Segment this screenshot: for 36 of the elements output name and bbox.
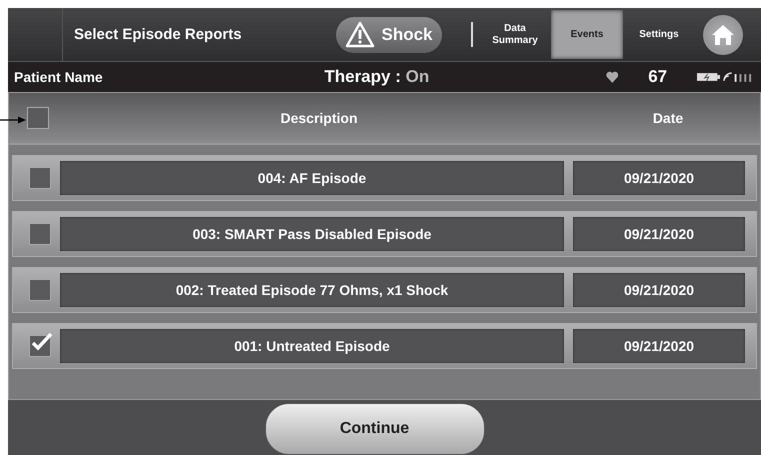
date-cell: 09/21/2020 (573, 160, 745, 195)
row-checkbox[interactable] (29, 222, 51, 245)
row-checkbox[interactable] (29, 166, 51, 189)
signal-icon (722, 70, 753, 83)
description-cell: 001: Untreated Episode (60, 328, 564, 363)
column-header: Date (652, 110, 684, 126)
select-all-checkbox[interactable] (27, 106, 49, 129)
therapy-status: Therapy : On (324, 66, 430, 87)
episode-row[interactable]: 001: Untreated Episode 09/21/2020 (12, 322, 757, 369)
warning-icon (345, 21, 376, 48)
battery-icon (696, 72, 720, 82)
episode-row[interactable]: 004: AF Episode 09/21/2020 (12, 154, 757, 201)
nav-tab[interactable]: Settings (623, 10, 695, 60)
check-icon (31, 332, 53, 352)
column-header: Description (279, 110, 358, 126)
episode-row[interactable]: 002: Treated Episode 77 Ohms, x1 Shock 09/21/2020 (12, 266, 757, 313)
description-cell: 004: AF Episode (60, 160, 564, 195)
date-cell: 09/21/2020 (573, 328, 745, 363)
nav-tab[interactable]: Data Summary (479, 10, 551, 60)
row-checkbox[interactable] (29, 278, 51, 301)
nav-tab[interactable]: Events (551, 10, 623, 60)
episode-row[interactable]: 003: SMART Pass Disabled Episode 09/21/2020 (12, 210, 757, 257)
home-icon (711, 24, 735, 46)
description-cell: 002: Treated Episode 77 Ohms, x1 Shock (60, 272, 564, 307)
home-button[interactable] (703, 14, 743, 55)
date-cell: 09/21/2020 (573, 216, 745, 251)
description-cell: 003: SMART Pass Disabled Episode (60, 216, 564, 251)
heart-icon (606, 70, 618, 83)
screen-title: Select Episode Reports (74, 26, 243, 44)
date-cell: 09/21/2020 (573, 272, 745, 307)
heart-rate: 67 (648, 66, 668, 87)
row-checkbox[interactable] (29, 334, 51, 357)
patient-name: Patient Name (14, 68, 104, 85)
pointer-arrow (0, 115, 26, 125)
shock-button[interactable]: Shock (336, 16, 442, 53)
continue-button[interactable]: Continue (264, 403, 484, 455)
